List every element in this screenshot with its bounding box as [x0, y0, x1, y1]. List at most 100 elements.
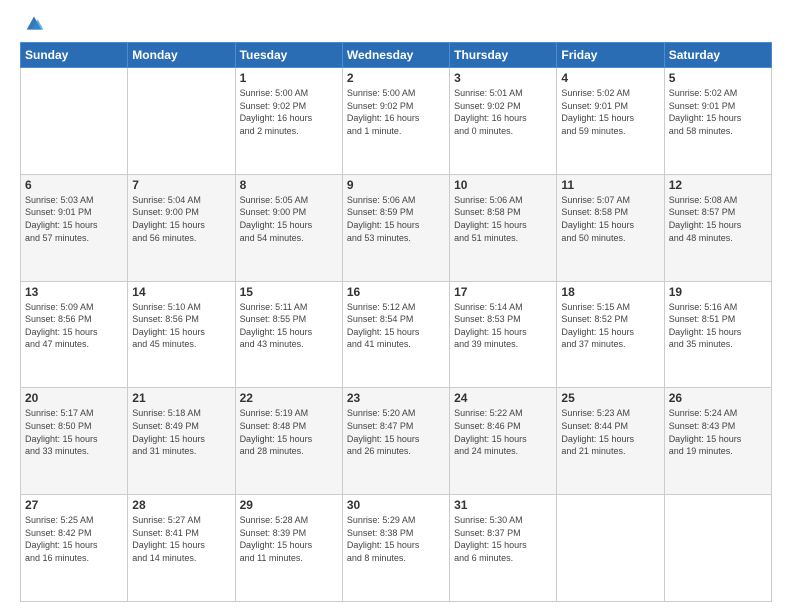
week-row-4: 20 Sunrise: 5:17 AM Sunset: 8:50 PM Dayli…: [21, 388, 772, 495]
day-info: Sunrise: 5:17 AM Sunset: 8:50 PM Dayligh…: [25, 407, 123, 457]
day-info: Sunrise: 5:10 AM Sunset: 8:56 PM Dayligh…: [132, 301, 230, 351]
week-row-3: 13 Sunrise: 5:09 AM Sunset: 8:56 PM Dayli…: [21, 281, 772, 388]
calendar-cell: 31 Sunrise: 5:30 AM Sunset: 8:37 PM Dayli…: [450, 495, 557, 602]
day-number: 22: [240, 391, 338, 405]
day-number: 29: [240, 498, 338, 512]
calendar-cell: 20 Sunrise: 5:17 AM Sunset: 8:50 PM Dayli…: [21, 388, 128, 495]
day-info: Sunrise: 5:28 AM Sunset: 8:39 PM Dayligh…: [240, 514, 338, 564]
day-info: Sunrise: 5:12 AM Sunset: 8:54 PM Dayligh…: [347, 301, 445, 351]
day-info: Sunrise: 5:30 AM Sunset: 8:37 PM Dayligh…: [454, 514, 552, 564]
page: SundayMondayTuesdayWednesdayThursdayFrid…: [0, 0, 792, 612]
calendar-cell: 22 Sunrise: 5:19 AM Sunset: 8:48 PM Dayli…: [235, 388, 342, 495]
day-number: 12: [669, 178, 767, 192]
day-number: 3: [454, 71, 552, 85]
day-number: 26: [669, 391, 767, 405]
day-info: Sunrise: 5:23 AM Sunset: 8:44 PM Dayligh…: [561, 407, 659, 457]
day-info: Sunrise: 5:19 AM Sunset: 8:48 PM Dayligh…: [240, 407, 338, 457]
calendar-cell: 15 Sunrise: 5:11 AM Sunset: 8:55 PM Dayli…: [235, 281, 342, 388]
weekday-header-row: SundayMondayTuesdayWednesdayThursdayFrid…: [21, 43, 772, 68]
day-number: 17: [454, 285, 552, 299]
day-number: 11: [561, 178, 659, 192]
day-number: 23: [347, 391, 445, 405]
day-info: Sunrise: 5:11 AM Sunset: 8:55 PM Dayligh…: [240, 301, 338, 351]
day-info: Sunrise: 5:08 AM Sunset: 8:57 PM Dayligh…: [669, 194, 767, 244]
calendar-cell: [664, 495, 771, 602]
day-info: Sunrise: 5:24 AM Sunset: 8:43 PM Dayligh…: [669, 407, 767, 457]
calendar-cell: 13 Sunrise: 5:09 AM Sunset: 8:56 PM Dayli…: [21, 281, 128, 388]
day-number: 6: [25, 178, 123, 192]
day-number: 30: [347, 498, 445, 512]
calendar-cell: 2Sunrise: 5:00 AM Sunset: 9:02 PM Daylig…: [342, 68, 449, 175]
day-info: Sunrise: 5:06 AM Sunset: 8:58 PM Dayligh…: [454, 194, 552, 244]
day-number: 8: [240, 178, 338, 192]
day-info: Sunrise: 5:09 AM Sunset: 8:56 PM Dayligh…: [25, 301, 123, 351]
weekday-header-tuesday: Tuesday: [235, 43, 342, 68]
day-info: Sunrise: 5:27 AM Sunset: 8:41 PM Dayligh…: [132, 514, 230, 564]
day-info: Sunrise: 5:07 AM Sunset: 8:58 PM Dayligh…: [561, 194, 659, 244]
day-info: Sunrise: 5:06 AM Sunset: 8:59 PM Dayligh…: [347, 194, 445, 244]
weekday-header-wednesday: Wednesday: [342, 43, 449, 68]
calendar-cell: 16 Sunrise: 5:12 AM Sunset: 8:54 PM Dayli…: [342, 281, 449, 388]
day-number: 25: [561, 391, 659, 405]
calendar-cell: 18 Sunrise: 5:15 AM Sunset: 8:52 PM Dayli…: [557, 281, 664, 388]
day-info: Sunrise: 5:20 AM Sunset: 8:47 PM Dayligh…: [347, 407, 445, 457]
day-info: Sunrise: 5:25 AM Sunset: 8:42 PM Dayligh…: [25, 514, 123, 564]
day-info: Sunrise: 5:16 AM Sunset: 8:51 PM Dayligh…: [669, 301, 767, 351]
calendar-cell: 7Sunrise: 5:04 AM Sunset: 9:00 PM Daylig…: [128, 174, 235, 281]
calendar-cell: 10Sunrise: 5:06 AM Sunset: 8:58 PM Dayli…: [450, 174, 557, 281]
day-number: 21: [132, 391, 230, 405]
logo-icon: [23, 12, 45, 34]
calendar-cell: 4 Sunrise: 5:02 AM Sunset: 9:01 PM Daylig…: [557, 68, 664, 175]
calendar-cell: [128, 68, 235, 175]
day-number: 13: [25, 285, 123, 299]
day-info: Sunrise: 5:18 AM Sunset: 8:49 PM Dayligh…: [132, 407, 230, 457]
calendar: SundayMondayTuesdayWednesdayThursdayFrid…: [20, 42, 772, 602]
calendar-cell: 26 Sunrise: 5:24 AM Sunset: 8:43 PM Dayli…: [664, 388, 771, 495]
day-number: 14: [132, 285, 230, 299]
day-info: Sunrise: 5:22 AM Sunset: 8:46 PM Dayligh…: [454, 407, 552, 457]
day-info: Sunrise: 5:01 AM Sunset: 9:02 PM Dayligh…: [454, 87, 552, 137]
weekday-header-monday: Monday: [128, 43, 235, 68]
day-number: 4: [561, 71, 659, 85]
week-row-1: 1 Sunrise: 5:00 AM Sunset: 9:02 PM Daylig…: [21, 68, 772, 175]
day-info: Sunrise: 5:00 AM Sunset: 9:02 PM Dayligh…: [240, 87, 338, 137]
calendar-cell: 11 Sunrise: 5:07 AM Sunset: 8:58 PM Dayli…: [557, 174, 664, 281]
calendar-cell: 25 Sunrise: 5:23 AM Sunset: 8:44 PM Dayli…: [557, 388, 664, 495]
week-row-2: 6Sunrise: 5:03 AM Sunset: 9:01 PM Daylig…: [21, 174, 772, 281]
day-info: Sunrise: 5:02 AM Sunset: 9:01 PM Dayligh…: [561, 87, 659, 137]
day-info: Sunrise: 5:05 AM Sunset: 9:00 PM Dayligh…: [240, 194, 338, 244]
calendar-cell: [557, 495, 664, 602]
logo: [20, 16, 45, 34]
header: [20, 16, 772, 34]
day-number: 15: [240, 285, 338, 299]
day-info: Sunrise: 5:14 AM Sunset: 8:53 PM Dayligh…: [454, 301, 552, 351]
calendar-cell: 23 Sunrise: 5:20 AM Sunset: 8:47 PM Dayli…: [342, 388, 449, 495]
day-number: 1: [240, 71, 338, 85]
calendar-cell: 12 Sunrise: 5:08 AM Sunset: 8:57 PM Dayli…: [664, 174, 771, 281]
calendar-cell: 9 Sunrise: 5:06 AM Sunset: 8:59 PM Daylig…: [342, 174, 449, 281]
week-row-5: 27Sunrise: 5:25 AM Sunset: 8:42 PM Dayli…: [21, 495, 772, 602]
day-info: Sunrise: 5:04 AM Sunset: 9:00 PM Dayligh…: [132, 194, 230, 244]
calendar-cell: 27Sunrise: 5:25 AM Sunset: 8:42 PM Dayli…: [21, 495, 128, 602]
calendar-cell: 28 Sunrise: 5:27 AM Sunset: 8:41 PM Dayli…: [128, 495, 235, 602]
calendar-cell: 5Sunrise: 5:02 AM Sunset: 9:01 PM Daylig…: [664, 68, 771, 175]
calendar-cell: 17 Sunrise: 5:14 AM Sunset: 8:53 PM Dayli…: [450, 281, 557, 388]
calendar-cell: 6Sunrise: 5:03 AM Sunset: 9:01 PM Daylig…: [21, 174, 128, 281]
day-number: 20: [25, 391, 123, 405]
day-number: 9: [347, 178, 445, 192]
calendar-cell: 19Sunrise: 5:16 AM Sunset: 8:51 PM Dayli…: [664, 281, 771, 388]
calendar-cell: 3 Sunrise: 5:01 AM Sunset: 9:02 PM Daylig…: [450, 68, 557, 175]
calendar-cell: 30 Sunrise: 5:29 AM Sunset: 8:38 PM Dayli…: [342, 495, 449, 602]
day-number: 31: [454, 498, 552, 512]
day-number: 18: [561, 285, 659, 299]
calendar-cell: [21, 68, 128, 175]
day-number: 28: [132, 498, 230, 512]
day-number: 16: [347, 285, 445, 299]
calendar-cell: 14 Sunrise: 5:10 AM Sunset: 8:56 PM Dayli…: [128, 281, 235, 388]
day-info: Sunrise: 5:29 AM Sunset: 8:38 PM Dayligh…: [347, 514, 445, 564]
weekday-header-thursday: Thursday: [450, 43, 557, 68]
day-info: Sunrise: 5:00 AM Sunset: 9:02 PM Dayligh…: [347, 87, 445, 137]
calendar-cell: 8 Sunrise: 5:05 AM Sunset: 9:00 PM Daylig…: [235, 174, 342, 281]
day-info: Sunrise: 5:15 AM Sunset: 8:52 PM Dayligh…: [561, 301, 659, 351]
day-info: Sunrise: 5:02 AM Sunset: 9:01 PM Dayligh…: [669, 87, 767, 137]
